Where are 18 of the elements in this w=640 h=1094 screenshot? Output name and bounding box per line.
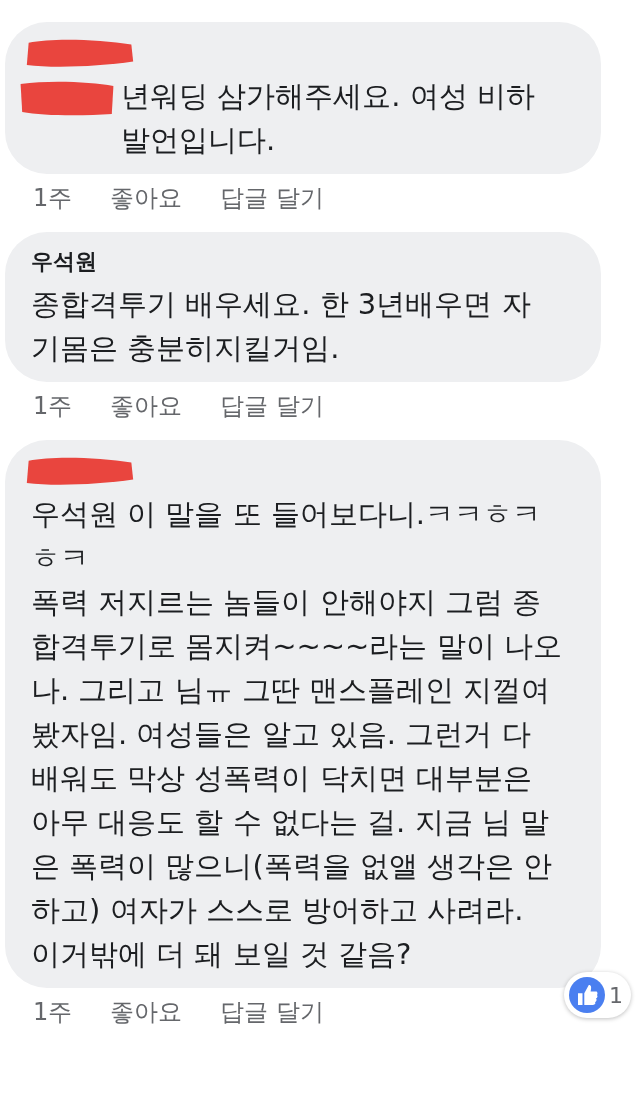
like-link[interactable]: 좋아요 bbox=[110, 994, 183, 1030]
thumbs-up-icon bbox=[569, 977, 605, 1013]
comment-text: ㅎㅋ bbox=[31, 540, 89, 577]
reaction-count: 1 bbox=[609, 982, 623, 1008]
author-name[interactable]: 우석원 bbox=[31, 246, 581, 278]
like-link[interactable]: 좋아요 bbox=[110, 388, 183, 424]
comment-text: 폭력 저지르는 놈들이 안해야지 그럼 종 합격투기로 몸지켜~~~~라는 말이 나오 나. 그리고 님ㅠ 그딴 맨스플레인 지껄여 봤자임. 여성들은 알고 있음. 그런거 다 배워도 막상 성폭력이 닥치면 대부분은 아무 대응도 할 수 없다는 걸. 지금 님 말 은 폭력이 많으니(폭력을 없앨 생각은 안 하고) 여자가 스스로 방어하고 사려라. 이거밖에 더 돼 보일 것 같음? bbox=[31, 584, 562, 973]
comment-text: 종합격투기 배우세요. 한 3년배우면 자 기몸은 충분히지킬거임. bbox=[31, 286, 531, 367]
reaction-badge[interactable]: 1 bbox=[564, 972, 631, 1018]
comment-time: 1주 bbox=[33, 183, 73, 214]
comment-time: 1주 bbox=[33, 997, 73, 1028]
comment-time: 1주 bbox=[33, 391, 73, 422]
reply-link[interactable]: 답글 달기 bbox=[220, 388, 324, 424]
reply-link[interactable]: 답글 달기 bbox=[220, 994, 324, 1030]
comment-text: 년워딩 삼가해주세요. 여성 비하 발언입니다. bbox=[121, 78, 535, 159]
reply-link[interactable]: 답글 달기 bbox=[220, 180, 324, 216]
comment-text: 우석원 이 말을 또 들어보다니.ㅋㅋㅎㅋ bbox=[31, 496, 542, 533]
like-link[interactable]: 좋아요 bbox=[110, 180, 183, 216]
